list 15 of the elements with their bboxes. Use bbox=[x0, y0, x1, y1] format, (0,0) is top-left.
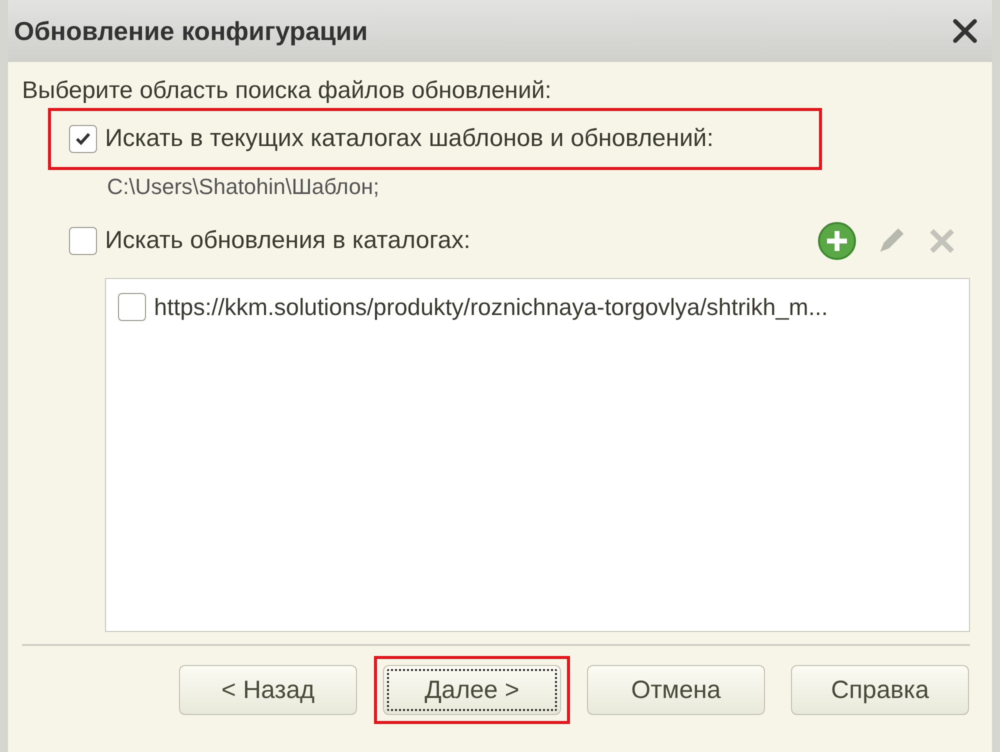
dialog-button[interactable]: Справка bbox=[791, 665, 969, 715]
checkbox[interactable] bbox=[69, 227, 97, 255]
path-text: C:\Users\Shatohin\Шаблон; bbox=[107, 173, 380, 201]
close-icon[interactable] bbox=[952, 18, 978, 44]
dialog-button[interactable]: Далее > bbox=[383, 665, 561, 715]
dialog-button[interactable]: Отмена bbox=[587, 665, 765, 715]
window-title: Обновление конфигурации bbox=[14, 16, 368, 46]
dialog-button[interactable]: < Назад bbox=[179, 665, 357, 715]
checkbox[interactable] bbox=[118, 293, 146, 321]
prompt-text: Выберите область поиска файлов обновлений: bbox=[22, 76, 552, 106]
checkbox[interactable] bbox=[69, 125, 97, 153]
add-icon[interactable] bbox=[817, 221, 857, 261]
catalog-url[interactable]: https://kkm.solutions/produkty/roznichnaya-torgovlya/shtrikh_m... bbox=[154, 294, 828, 320]
option-label[interactable]: Искать в текущих каталогах шаблонов и обновлений: bbox=[105, 125, 714, 153]
option-label[interactable]: Искать обновления в каталогах: bbox=[105, 227, 470, 255]
